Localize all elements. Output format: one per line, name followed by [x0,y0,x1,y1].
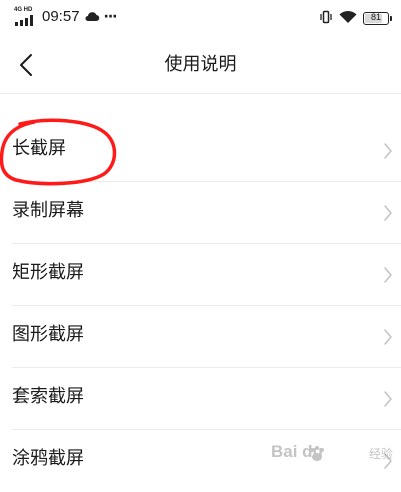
more-notifications-icon: ··· [103,8,118,25]
battery-icon: 81 [363,12,392,25]
paw-icon [310,446,324,461]
status-left: 4G HD 09:57 ··· [14,6,118,26]
chevron-right-icon [384,267,392,283]
watermark-sub: 经验 [368,447,393,461]
list-item-label: 涂鸦截屏 [12,448,84,469]
list-item-screen-recording[interactable]: 录制屏幕 [0,182,401,244]
list-item-rectangle-screenshot[interactable]: 矩形截屏 [0,244,401,306]
list-item-label: 矩形截屏 [12,262,84,283]
network-type-label: 4G HD [14,6,33,13]
battery-level: 81 [370,12,381,22]
list-item-label: 长截屏 [12,138,66,159]
list-item-long-screenshot[interactable]: 长截屏 [0,120,401,182]
vibrate-icon [319,9,333,28]
list-item-label: 录制屏幕 [12,200,84,221]
cellular-signal-icon: 4G HD [14,6,36,26]
instructions-list: 长截屏 录制屏幕 矩形截屏 图形截屏 套索截屏 涂鸦截屏 [0,120,401,492]
list-item-lasso-screenshot[interactable]: 套索截屏 [0,368,401,430]
cloud-icon [84,7,100,26]
baidu-watermark: Bai du 经验 [267,440,395,468]
chevron-right-icon [384,143,392,159]
status-bar: 4G HD 09:57 ··· 81 [0,0,401,36]
nav-bar: 使用说明 [0,36,401,94]
chevron-right-icon [384,205,392,221]
status-right: 81 [319,9,392,28]
status-time: 09:57 [42,8,80,25]
page-title: 使用说明 [164,54,237,75]
wifi-icon [339,9,357,28]
chevron-right-icon [384,329,392,345]
list-item-label: 图形截屏 [12,324,84,345]
list-item-shape-screenshot[interactable]: 图形截屏 [0,306,401,368]
chevron-right-icon [384,391,392,407]
list-item-label: 套索截屏 [12,386,84,407]
